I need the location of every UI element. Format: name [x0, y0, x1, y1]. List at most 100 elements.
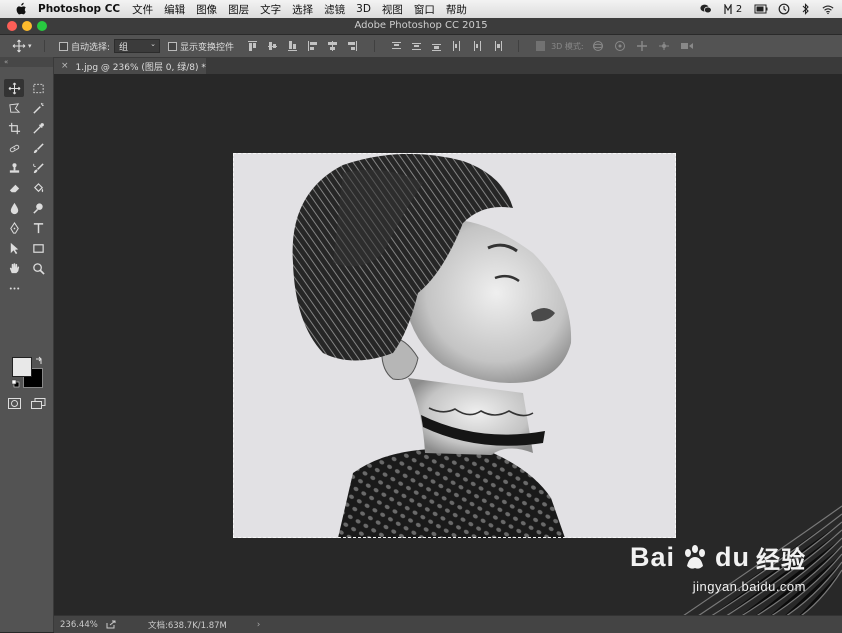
window-title: Adobe Photoshop CC 2015 — [354, 20, 488, 31]
auto-select-checkbox[interactable] — [59, 41, 68, 51]
notification-icon[interactable]: 2 — [722, 3, 744, 15]
screen-mode-icon[interactable] — [31, 398, 46, 409]
menu-image[interactable]: 图像 — [196, 2, 217, 17]
document-image[interactable] — [233, 153, 676, 538]
align-buttons — [248, 40, 546, 52]
portrait-photo — [292, 153, 572, 538]
foreground-color-swatch[interactable] — [12, 357, 32, 377]
bandage-icon — [9, 144, 19, 152]
share-icon[interactable] — [106, 620, 116, 629]
status-bar: 236.44% 文档:638.7K/1.87M › — [54, 615, 842, 633]
bluetooth-icon[interactable] — [800, 3, 812, 15]
close-tab-icon[interactable]: × — [61, 61, 69, 71]
align-vertical-centers-icon[interactable] — [268, 41, 278, 51]
auto-select-target-dropdown[interactable]: 组 ⌄ — [114, 39, 161, 53]
default-colors-icon[interactable] — [11, 379, 20, 388]
magic-wand-tool[interactable] — [28, 99, 48, 117]
apple-icon[interactable] — [14, 2, 28, 16]
3d-roll-icon[interactable] — [614, 40, 626, 52]
menu-select[interactable]: 选择 — [292, 2, 313, 17]
menu-filter[interactable]: 滤镜 — [324, 2, 345, 17]
notification-count: 2 — [735, 3, 743, 15]
watermark-brand: Bai du 经验 — [630, 540, 806, 575]
arrow-icon — [10, 242, 18, 254]
path-selection-tool[interactable] — [4, 239, 24, 257]
lasso-tool[interactable] — [4, 99, 24, 117]
watermark-jingyan: 经验 — [756, 546, 806, 574]
move-tool[interactable] — [4, 79, 24, 97]
align-left-edges-icon[interactable] — [308, 41, 318, 51]
menu-edit[interactable]: 编辑 — [164, 2, 185, 17]
edit-toolbar-button[interactable] — [4, 279, 24, 297]
dodge-tool[interactable] — [28, 199, 48, 217]
distribute-vcenter-icon[interactable] — [412, 41, 422, 51]
move-icon — [12, 39, 26, 53]
eyedropper-tool[interactable] — [28, 119, 48, 137]
status-menu-arrow[interactable]: › — [257, 620, 260, 630]
crop-tool[interactable] — [4, 119, 24, 137]
3d-slide-icon[interactable] — [658, 40, 670, 52]
marquee-tool[interactable] — [28, 79, 48, 97]
baidu-jingyan-watermark: Bai du 经验 jingyan.baidu.com — [630, 540, 806, 594]
rectangle-tool[interactable] — [28, 239, 48, 257]
3d-scale-icon[interactable] — [680, 40, 694, 52]
distribute-right-icon[interactable] — [492, 41, 503, 51]
hand-icon — [9, 262, 19, 273]
tab-document-1[interactable]: × 1.jpg @ 236% (图层 0, 绿/8) * — [54, 58, 206, 74]
window-titlebar: Adobe Photoshop CC 2015 — [0, 18, 842, 35]
type-icon — [33, 222, 43, 233]
document-size-info[interactable]: 文档:638.7K/1.87M — [148, 619, 227, 631]
hand-tool[interactable] — [4, 259, 24, 277]
align-top-edges-icon[interactable] — [248, 41, 258, 51]
menu-view[interactable]: 视图 — [382, 2, 403, 17]
zoom-level-field[interactable]: 236.44% — [60, 620, 106, 630]
3d-orbit-icon[interactable] — [592, 40, 604, 52]
3d-pan-icon[interactable] — [636, 40, 648, 52]
quick-mask-icon[interactable] — [8, 398, 21, 409]
distribute-bottom-icon[interactable] — [432, 41, 442, 51]
polygonal-lasso-icon — [8, 102, 20, 113]
distribute-hcenter-icon[interactable] — [472, 41, 482, 51]
show-transform-checkbox[interactable] — [168, 41, 178, 51]
distribute-top-icon[interactable] — [392, 41, 402, 51]
pen-tool[interactable] — [4, 219, 24, 237]
crop-icon — [8, 122, 20, 134]
3d-mode-label: 3D 模式: — [551, 41, 584, 51]
align-horizontal-centers-icon[interactable] — [328, 41, 338, 51]
brush-tool[interactable] — [28, 139, 48, 157]
history-brush-tool[interactable] — [28, 159, 48, 177]
blur-tool[interactable] — [4, 199, 24, 217]
menu-3d[interactable]: 3D — [356, 3, 371, 15]
menu-help[interactable]: 帮助 — [446, 2, 467, 17]
time-machine-icon[interactable] — [778, 3, 790, 15]
auto-select-label: 自动选择: — [71, 42, 111, 53]
clone-stamp-tool[interactable] — [4, 159, 24, 177]
auto-align-layers-icon[interactable] — [536, 41, 546, 51]
type-tool[interactable] — [28, 219, 48, 237]
divider — [44, 40, 45, 52]
tools-collapse-button[interactable]: « — [0, 57, 53, 67]
menu-window[interactable]: 窗口 — [414, 2, 435, 17]
menu-file[interactable]: 文件 — [132, 2, 153, 17]
wifi-icon[interactable] — [822, 3, 834, 15]
zoom-tool[interactable] — [28, 259, 48, 277]
wechat-icon[interactable] — [700, 3, 712, 15]
battery-icon[interactable] — [754, 3, 768, 15]
document-tabs: × 1.jpg @ 236% (图层 0, 绿/8) * — [54, 58, 842, 74]
history-brush-icon — [32, 162, 44, 173]
align-bottom-edges-icon[interactable] — [288, 41, 298, 51]
app-menu[interactable]: Photoshop CC — [38, 3, 120, 15]
paint-bucket-tool[interactable] — [28, 179, 48, 197]
menu-type[interactable]: 文字 — [260, 2, 281, 17]
menu-layer[interactable]: 图层 — [228, 2, 249, 17]
tool-preset-picker[interactable]: ▾ — [12, 38, 38, 54]
watermark-url: jingyan.baidu.com — [692, 579, 806, 594]
align-right-edges-icon[interactable] — [348, 41, 358, 51]
spot-healing-tool[interactable] — [4, 139, 24, 157]
drop-icon — [10, 202, 18, 214]
tools-panel: « — [0, 57, 54, 632]
swap-colors-icon[interactable] — [35, 356, 44, 365]
distribute-left-icon[interactable] — [452, 41, 461, 51]
watermark-bai: Bai — [629, 542, 675, 572]
eraser-tool[interactable] — [4, 179, 24, 197]
